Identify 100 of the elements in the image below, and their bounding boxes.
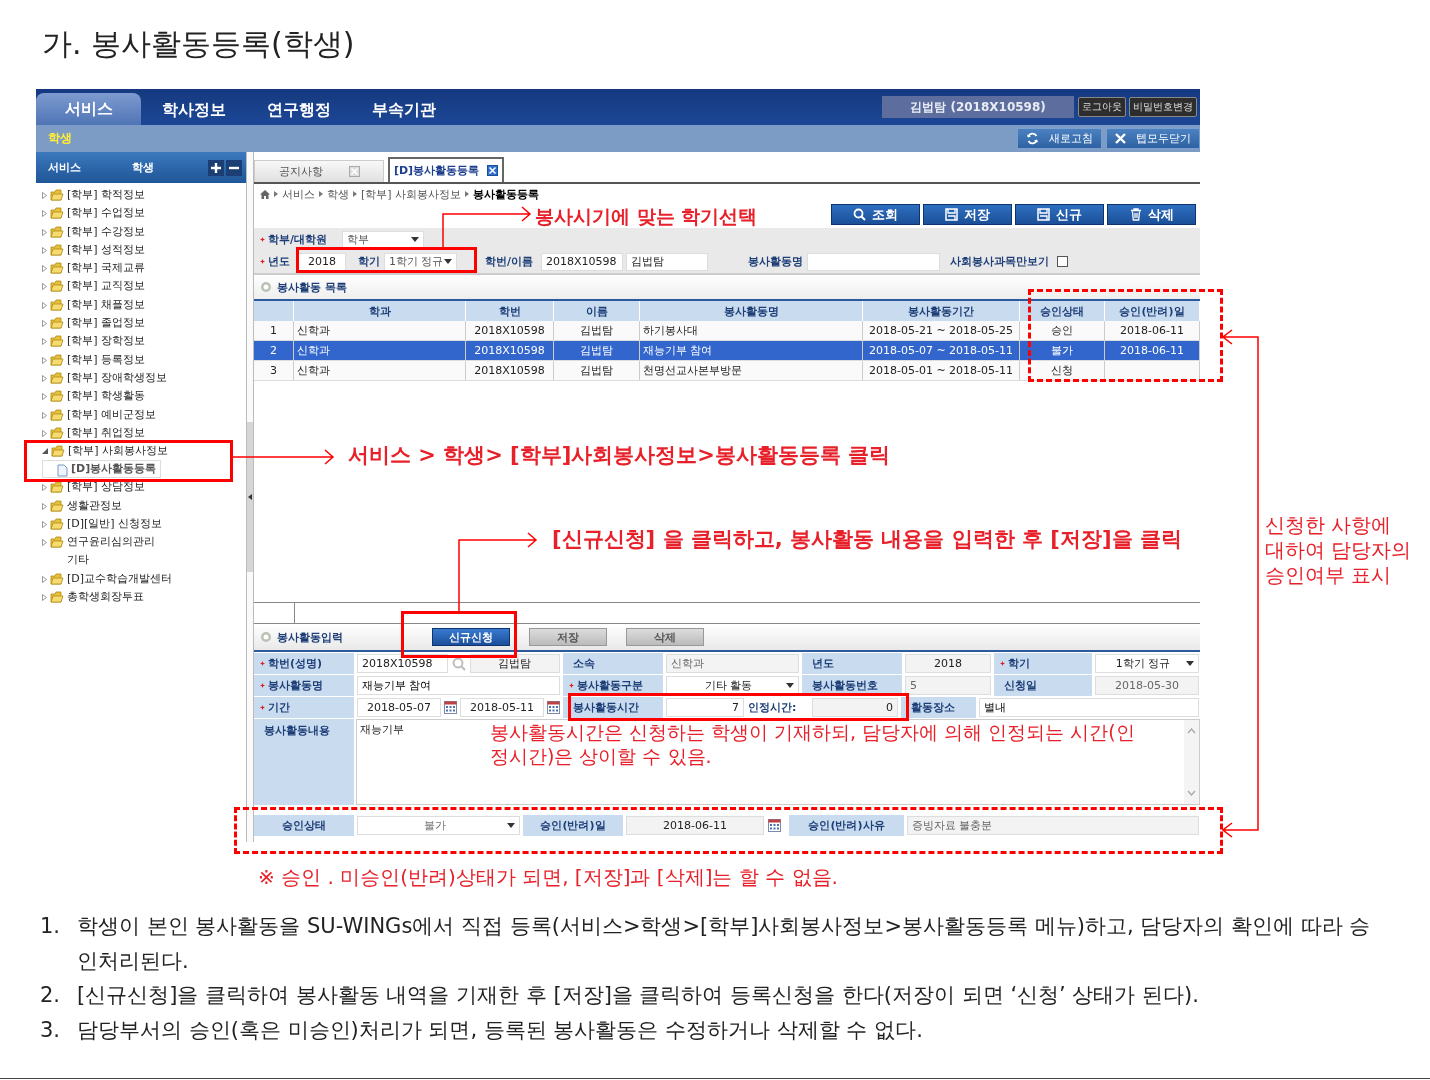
table-row[interactable]: 2 신학과 2018X10598 김법탐 재능기부 참여 2018-05-07 ~ 2018-05-11 불가 2018-06-11 (254, 341, 1200, 361)
toolbar-button[interactable]: 텝모두닫기 (1106, 128, 1200, 149)
checkbox[interactable] (1057, 256, 1069, 267)
field-label: 신청일 (994, 675, 1092, 696)
term-dropdown[interactable]: 1학기 정규 (384, 252, 457, 271)
term-dropdown[interactable]: 1학기 정규 (1095, 654, 1199, 673)
close-icon[interactable] (487, 165, 499, 176)
chevron-icon (274, 191, 278, 197)
field-label: 년도 (802, 653, 902, 674)
action-button[interactable]: 삭제 (1107, 204, 1196, 225)
annotation-text: 서비스 > 학생> [학부]사회봉사정보>봉사활동등록 클릭 (348, 442, 891, 469)
tree-item[interactable]: 연구윤리심의관리 기타 (42, 533, 155, 570)
table-cell: 2018X10598 (474, 324, 545, 337)
table-row[interactable]: 1 신학과 2018X10598 김법탐 하기봉사대 2018-05-21 ~ 2018-05-25 승인 2018-06-11 (254, 321, 1200, 341)
year-field[interactable]: 2018 (298, 252, 346, 271)
home-icon[interactable] (260, 189, 270, 199)
collapse-arrow-icon[interactable] (248, 494, 252, 500)
field-label: 학번/이름 (485, 254, 534, 269)
place-field[interactable]: 별내 (979, 698, 1199, 717)
student-id-field[interactable]: 2018X10598 (541, 252, 624, 271)
folder-icon (50, 335, 64, 348)
tree-item[interactable]: [학부] 졸업정보 (42, 314, 146, 333)
search-icon[interactable] (450, 655, 467, 672)
table-cell: 김법탐 (580, 343, 613, 358)
tree-item[interactable]: [학부] 수강정보 (42, 222, 146, 241)
bullet-icon (260, 631, 272, 643)
tree-item[interactable]: [D]봉사활동등록 (42, 460, 162, 479)
year-field: 2018 (905, 654, 991, 673)
table-cell: 김법탐 (580, 323, 613, 338)
caret-icon (786, 683, 794, 688)
start-date-field[interactable]: 2018-05-07 (357, 698, 441, 717)
menu-tab[interactable]: 서비스 (36, 93, 141, 125)
status-dropdown[interactable]: 불가 (357, 816, 520, 835)
tree-item[interactable]: [학부] 장애학생정보 (42, 368, 168, 388)
hours-field[interactable]: 7 (666, 698, 744, 717)
collapse-all-icon[interactable] (226, 159, 242, 176)
student-id-field[interactable]: 2018X10598 (357, 654, 448, 673)
splitter-handle[interactable] (247, 422, 253, 572)
folder-icon (50, 572, 64, 585)
tree-item[interactable]: [학부] 학생활동 (42, 387, 146, 406)
tree-item[interactable]: [학부] 등록정보 (42, 350, 146, 369)
level-dropdown[interactable]: 학부 (342, 230, 424, 249)
reason-field: 증빙자료 불충분 (907, 816, 1199, 835)
page-tab[interactable]: [D]봉사활동등록 (388, 157, 504, 182)
tree-item[interactable]: [학부] 장학정보 (42, 332, 146, 351)
action-button[interactable]: 조회 (831, 204, 920, 225)
tree-item[interactable]: [학부] 예비군정보 (42, 405, 157, 424)
tree-item[interactable]: 총학생회장투표 (42, 588, 144, 607)
breadcrumb-item[interactable]: 학생 (327, 186, 349, 202)
calendar-icon[interactable] (768, 819, 781, 832)
menu-tab[interactable]: 학사정보 (141, 95, 246, 125)
table-cell: 2018-06-11 (1120, 324, 1184, 337)
chevron-icon (319, 191, 323, 197)
table-cell: 신학과 (297, 343, 330, 358)
menu-tab[interactable]: 부속기관 (351, 95, 456, 125)
tree-item[interactable]: [학부] 상담정보 (42, 478, 146, 497)
activity-name-field[interactable] (807, 252, 941, 271)
tree-item[interactable]: [학부] 교직정보 (42, 277, 146, 296)
form-button[interactable]: 신규신청 (432, 628, 510, 646)
action-button[interactable]: 저장 (923, 204, 1012, 225)
caret-icon (411, 237, 419, 242)
header-button[interactable]: 비밀번호변경 (1129, 97, 1197, 117)
tree-item[interactable]: 생활관정보 (42, 496, 122, 516)
page-tab[interactable]: 공지사항 (254, 160, 384, 182)
table-cell: 천명선교사본부방문 (643, 363, 742, 378)
scroll-up-icon[interactable] (1187, 728, 1196, 734)
tree-item[interactable]: [D][일반] 신청정보 (42, 515, 163, 534)
step-text: 담당부서의 승인(혹은 미승인)처리가 되면, 등록된 봉사활동은 수정하거나 삭제할 수 없다. (77, 1016, 924, 1044)
calendar-icon[interactable] (444, 701, 457, 714)
close-icon (1115, 133, 1126, 144)
tree-item[interactable]: [학부] 국제교류 (42, 259, 146, 278)
tree-item[interactable]: [학부] 성적정보 (42, 240, 146, 260)
expander-icon[interactable] (42, 448, 48, 455)
table-row[interactable]: 3 신학과 2018X10598 김법탐 천명선교사본부방문 2018-05-01 ~ 2018-05-11 신청 (254, 361, 1200, 381)
tree-item[interactable]: [D]교수학습개발센터 (42, 569, 173, 589)
menu-tab[interactable]: 연구행정 (246, 95, 351, 125)
action-button[interactable]: 신규 (1015, 204, 1104, 225)
breadcrumb-item[interactable]: [학부] 사회봉사정보 (361, 186, 462, 202)
caret-icon (507, 823, 515, 828)
breadcrumb-item[interactable]: 서비스 (282, 186, 315, 202)
header-button[interactable]: 로그아웃 (1078, 97, 1126, 117)
end-date-field[interactable]: 2018-05-11 (460, 698, 544, 717)
toolbar-button[interactable]: 새로고침 (1017, 128, 1102, 149)
student-name-field[interactable]: 김법탐 (626, 252, 709, 271)
field-label: 학번(성명) (254, 653, 354, 674)
tree-item[interactable]: [학부] 학적정보 (42, 186, 146, 205)
folder-icon (50, 225, 64, 238)
field-label: 소속 (563, 653, 663, 674)
folder-icon (50, 298, 64, 311)
expand-all-icon[interactable] (208, 159, 224, 176)
tree-item[interactable]: [학부] 취업정보 (42, 423, 146, 443)
sidebar-path: 학생 (132, 160, 155, 175)
calendar-icon[interactable] (547, 701, 560, 714)
tree-item[interactable]: [학부] 사회봉사정보 (42, 442, 169, 461)
activity-name-field[interactable]: 재능기부 참여 (357, 676, 560, 695)
tree-item[interactable]: [학부] 채플정보 (42, 295, 146, 315)
tree-item[interactable]: [학부] 수업정보 (42, 204, 146, 223)
scroll-down-icon[interactable] (1187, 790, 1196, 796)
field-label: 학부/대학원 (268, 232, 329, 247)
field-label: 봉사활동명 (748, 254, 804, 269)
